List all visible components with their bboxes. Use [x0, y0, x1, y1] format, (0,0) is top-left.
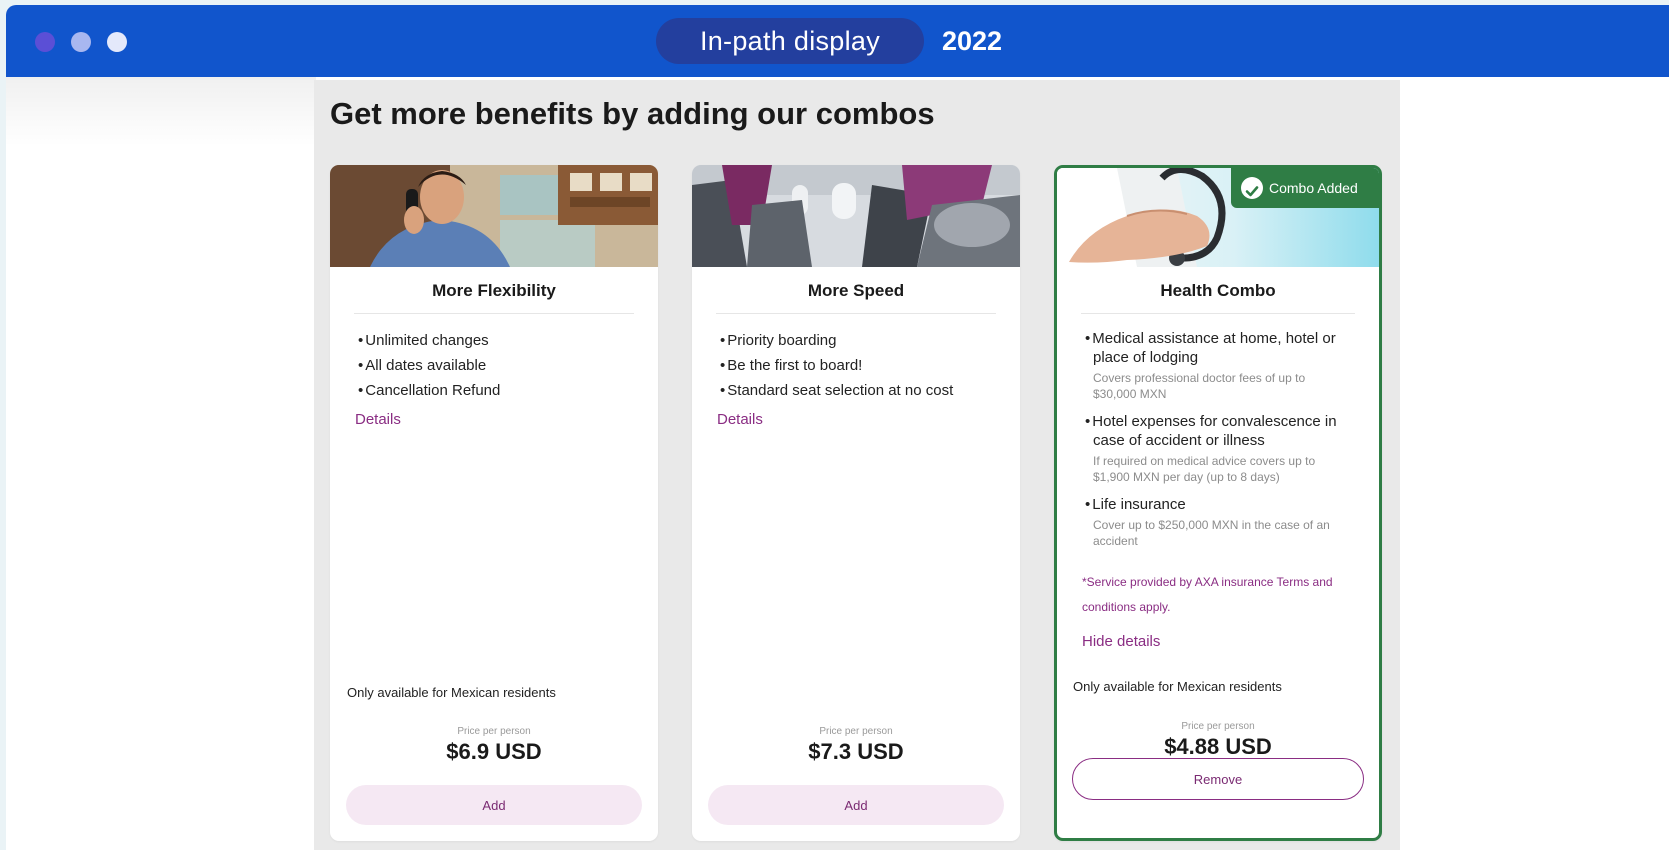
benefit-item: Standard seat selection at no cost — [720, 378, 1000, 403]
combo-card-flexibility: More Flexibility Unlimited changes All d… — [330, 165, 658, 841]
residency-note: Only available for Mexican residents — [1073, 679, 1282, 694]
add-button[interactable]: Add — [346, 785, 642, 825]
app-window: In-path display 2022 Get more benefits b… — [6, 5, 1669, 850]
price-caption: Price per person — [457, 726, 531, 737]
price-caption: Price per person — [819, 726, 893, 737]
benefit-item: Medical assistance at home, hotel or pla… — [1085, 329, 1351, 402]
badge-label: Combo Added — [1269, 180, 1358, 196]
card-divider — [354, 313, 634, 314]
benefit-subtext: Cover up to $250,000 MXN in the case of … — [1093, 518, 1330, 548]
details-link[interactable]: Details — [717, 411, 763, 428]
benefit-list: Unlimited changes All dates available Ca… — [358, 328, 638, 403]
combo-added-badge: Combo Added — [1231, 168, 1379, 208]
add-button[interactable]: Add — [708, 785, 1004, 825]
benefit-text: Hotel expenses for convalescence in case… — [1085, 412, 1351, 450]
price-caption: Price per person — [1181, 721, 1255, 732]
residency-note: Only available for Mexican residents — [347, 685, 556, 700]
title-bar: In-path display 2022 — [6, 5, 1669, 77]
titlebar-shadow — [6, 77, 316, 147]
speed-image — [692, 165, 1020, 267]
combo-card-speed: More Speed Priority boarding Be the firs… — [692, 165, 1020, 841]
hide-details-link[interactable]: Hide details — [1082, 633, 1160, 650]
window-dot-2[interactable] — [71, 32, 91, 52]
benefit-item: Cancellation Refund — [358, 378, 638, 403]
combo-card-health: Combo Added Health Combo Medical assista… — [1054, 165, 1382, 841]
price: $7.3 USD — [808, 739, 904, 764]
price: $6.9 USD — [446, 739, 542, 764]
remove-button[interactable]: Remove — [1072, 758, 1364, 800]
window-dot-1[interactable] — [35, 32, 55, 52]
benefit-text: Life insurance — [1085, 495, 1351, 514]
benefit-item: Be the first to board! — [720, 353, 1000, 378]
benefit-item: Priority boarding — [720, 328, 1000, 353]
flexibility-image — [330, 165, 658, 267]
combos-panel: Get more benefits by adding our combos M… — [314, 80, 1400, 850]
card-title: Health Combo — [1160, 281, 1276, 300]
card-title: More Speed — [807, 281, 905, 300]
window-dot-3[interactable] — [107, 32, 127, 52]
benefit-subtext: If required on medical advice covers up … — [1093, 454, 1316, 484]
benefit-item: Hotel expenses for convalescence in case… — [1085, 412, 1351, 485]
price: $4.88 USD — [1164, 734, 1272, 759]
benefit-list: Medical assistance at home, hotel or pla… — [1085, 329, 1351, 559]
window-year: 2022 — [942, 26, 1003, 56]
card-divider — [1081, 313, 1355, 314]
details-link[interactable]: Details — [355, 411, 401, 428]
card-title: More Flexibility — [432, 281, 556, 300]
benefit-item: Unlimited changes — [358, 328, 638, 353]
section-heading: Get more benefits by adding our combos — [330, 96, 935, 131]
window-title-pill: In-path display — [656, 18, 924, 64]
card-divider — [716, 313, 996, 314]
check-circle-icon — [1241, 177, 1263, 199]
benefit-list: Priority boarding Be the first to board!… — [720, 328, 1000, 403]
benefit-item: All dates available — [358, 353, 638, 378]
benefit-item: Life insurance Cover up to $250,000 MXN … — [1085, 495, 1351, 549]
axa-disclaimer: *Service provided by AXA insurance Terms… — [1082, 575, 1333, 614]
benefit-subtext: Covers professional doctor fees of up to… — [1093, 371, 1306, 401]
benefit-text: Medical assistance at home, hotel or pla… — [1085, 329, 1351, 367]
